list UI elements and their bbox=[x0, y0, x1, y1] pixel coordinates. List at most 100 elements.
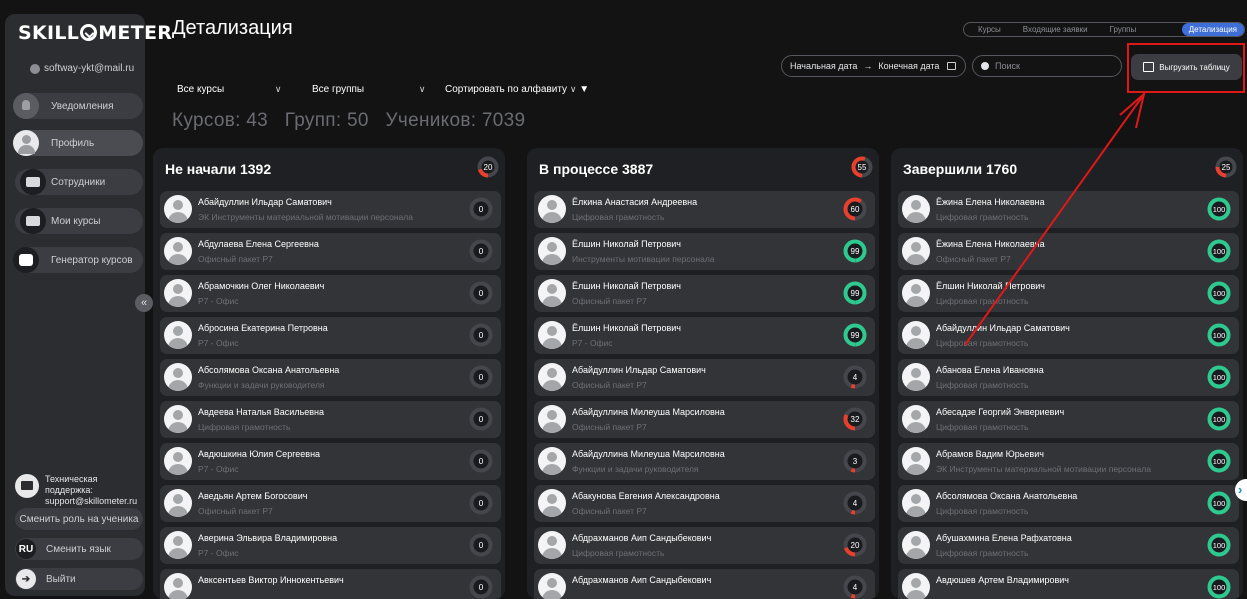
student-card[interactable]: Абросина Екатерина Петровна Р7 - Офис 0 bbox=[160, 317, 501, 354]
student-card[interactable]: Абрамов Вадим Юрьевич ЭК Инструменты мате… bbox=[898, 443, 1239, 480]
student-card[interactable]: Абайдуллина Милеуша Марсиловна Функции и … bbox=[534, 443, 875, 480]
student-card[interactable]: Ёлшин Николай Петрович Р7 - Офис 99 bbox=[534, 317, 875, 354]
end-date-field[interactable]: Конечная дата bbox=[878, 61, 939, 71]
progress-value: 100 bbox=[1213, 331, 1226, 340]
progress-value: 100 bbox=[1213, 415, 1226, 424]
nav-my-courses[interactable]: Мои курсы bbox=[15, 208, 143, 234]
course-name: Цифровая грамотность bbox=[572, 212, 665, 222]
column-progress-badge: 20 bbox=[477, 156, 499, 183]
student-card[interactable]: Аведьян Артем Богосович Офисный пакет Р7 0 bbox=[160, 485, 501, 522]
avatar bbox=[164, 237, 192, 265]
avatar bbox=[164, 195, 192, 223]
progress-value: 0 bbox=[479, 583, 484, 592]
student-card[interactable]: Абесадзе Георгий Энвериевич Цифровая грам… bbox=[898, 401, 1239, 438]
student-card[interactable]: Ёлшин Николай Петрович Офисный пакет Р7 99 bbox=[534, 275, 875, 312]
student-card[interactable]: Абакунова Евгения Александровна Офисный п… bbox=[534, 485, 875, 522]
nav-notifications[interactable]: Уведомления bbox=[13, 93, 143, 119]
support-contact[interactable]: Техническая поддержка: support@skillomet… bbox=[15, 474, 145, 507]
filter-icon[interactable]: ▼ bbox=[579, 84, 589, 95]
student-name: Абайдуллин Ильдар Саматович bbox=[572, 365, 706, 375]
student-card[interactable]: Абушахмина Елена Рафхатовна Цифровая грам… bbox=[898, 527, 1239, 564]
student-card[interactable]: Абсолямова Оксана Анатольевна Функции и з… bbox=[160, 359, 501, 396]
tab-groups[interactable]: Группы bbox=[1110, 25, 1137, 34]
nav-course-generator[interactable]: Генератор курсов bbox=[13, 247, 143, 273]
student-card[interactable]: Абайдуллина Милеуша Марсиловна Офисный па… bbox=[534, 401, 875, 438]
progress-ring: 0 bbox=[469, 197, 493, 221]
student-card[interactable]: Абрамочкин Олег Николаевич Р7 - Офис 0 bbox=[160, 275, 501, 312]
course-name: Инструменты мотивации персонала bbox=[572, 254, 715, 264]
course-name: Офисный пакет Р7 bbox=[572, 506, 647, 516]
column-title: Завершили 1760 bbox=[903, 161, 1018, 177]
student-card[interactable]: Абайдуллин Ильдар Саматович ЭК Инструмент… bbox=[160, 191, 501, 228]
student-card[interactable]: Ёлшин Николай Петрович Цифровая грамотнос… bbox=[898, 275, 1239, 312]
avatar bbox=[538, 279, 566, 307]
student-card[interactable]: Абсолямова Оксана Анатольевна Цифровая гр… bbox=[898, 485, 1239, 522]
change-language-button[interactable]: RU Сменить язык bbox=[15, 538, 143, 560]
course-name: Цифровая грамотность bbox=[572, 548, 665, 558]
export-table-button[interactable]: Выгрузить таблицу bbox=[1131, 54, 1242, 80]
tab-courses[interactable]: Курсы bbox=[978, 25, 1001, 34]
tab-incoming-requests[interactable]: Входящие заявки bbox=[1023, 25, 1088, 34]
sort-dropdown[interactable]: Сортировать по алфавиту ∨ ▼ bbox=[445, 84, 589, 95]
student-card[interactable]: Абайдуллин Ильдар Саматович Цифровая грам… bbox=[898, 317, 1239, 354]
courses-filter[interactable]: Все курсы ∨ bbox=[177, 84, 312, 95]
logout-button[interactable]: ➔ Выйти bbox=[15, 568, 143, 590]
start-date-field[interactable]: Начальная дата bbox=[790, 61, 857, 71]
avatar bbox=[164, 279, 192, 307]
avatar bbox=[538, 489, 566, 517]
progress-indicator: 100 bbox=[1207, 491, 1231, 520]
avatar bbox=[902, 237, 930, 265]
groups-filter[interactable]: Все группы ∨ bbox=[312, 84, 445, 95]
nav-profile[interactable]: Профиль bbox=[13, 130, 143, 156]
student-card[interactable]: Абдрахманов Аип Сандыбекович 4 bbox=[534, 569, 875, 599]
progress-value: 20 bbox=[851, 541, 860, 550]
avatar bbox=[538, 405, 566, 433]
student-card[interactable]: Ёлшин Николай Петрович Инструменты мотива… bbox=[534, 233, 875, 270]
progress-indicator: 4 bbox=[843, 575, 867, 599]
student-card[interactable]: Ёлкина Анастасия Андреевна Цифровая грамо… bbox=[534, 191, 875, 228]
student-card[interactable]: Абдулаева Елена Сергеевна Офисный пакет Р… bbox=[160, 233, 501, 270]
courses-icon bbox=[20, 208, 46, 234]
student-card[interactable]: Авксентьев Виктор Иннокентьевич 0 bbox=[160, 569, 501, 599]
user-account[interactable]: softway-ykt@mail.ru bbox=[30, 63, 134, 74]
progress-indicator: 100 bbox=[1207, 575, 1231, 599]
progress-value: 100 bbox=[1213, 205, 1226, 214]
student-card[interactable]: Авдюшкина Юлия Сергеевна Р7 - Офис 0 bbox=[160, 443, 501, 480]
progress-indicator: 4 bbox=[843, 491, 867, 520]
column-title: В процессе 3887 bbox=[539, 161, 654, 177]
chevron-down-icon: ∨ bbox=[418, 84, 426, 94]
progress-value: 0 bbox=[479, 247, 484, 256]
date-range-picker[interactable]: Начальная дата → Конечная дата bbox=[781, 55, 966, 77]
calendar-icon[interactable] bbox=[947, 62, 957, 70]
search-icon bbox=[981, 62, 989, 70]
nav-employees[interactable]: Сотрудники bbox=[15, 169, 143, 195]
avatar bbox=[164, 531, 192, 559]
progress-value: 99 bbox=[851, 289, 860, 298]
student-card[interactable]: Авдеева Наталья Васильевна Цифровая грамо… bbox=[160, 401, 501, 438]
search-input[interactable]: Поиск bbox=[972, 55, 1122, 77]
progress-value: 55 bbox=[858, 163, 867, 172]
sidebar-collapse-button[interactable]: « bbox=[135, 294, 153, 312]
user-icon bbox=[30, 63, 40, 74]
student-card[interactable]: Аверина Эльвира Владимировна Р7 - Офис 0 bbox=[160, 527, 501, 564]
student-card[interactable]: Абдрахманов Аип Сандыбекович Цифровая гра… bbox=[534, 527, 875, 564]
page-title: Детализация bbox=[172, 17, 293, 39]
switch-role-button[interactable]: Сменить роль на ученика bbox=[15, 508, 143, 530]
progress-ring: 4 bbox=[843, 575, 867, 599]
skillometer-logo[interactable]: SKILL METER bbox=[18, 22, 172, 44]
course-name: Цифровая грамотность bbox=[936, 380, 1029, 390]
student-card[interactable]: Ёжина Елена Николаевна Цифровая грамотнос… bbox=[898, 191, 1239, 228]
progress-ring: 0 bbox=[469, 575, 493, 599]
progress-indicator: 0 bbox=[469, 197, 493, 226]
course-name: Функции и задачи руководителя bbox=[198, 380, 325, 390]
student-card[interactable]: Абайдуллин Ильдар Саматович Офисный пакет… bbox=[534, 359, 875, 396]
student-card[interactable]: Ёжина Елена Николаевна Офисный пакет Р7 10… bbox=[898, 233, 1239, 270]
student-name: Абдрахманов Аип Сандыбекович bbox=[572, 575, 712, 585]
tab-details[interactable]: Детализация bbox=[1181, 23, 1244, 36]
avatar bbox=[902, 531, 930, 559]
student-name: Аведьян Артем Богосович bbox=[198, 491, 308, 501]
progress-value: 100 bbox=[1213, 247, 1226, 256]
course-name: Р7 - Офис bbox=[198, 296, 239, 306]
student-card[interactable]: Авдюшев Артем Владимирович 100 bbox=[898, 569, 1239, 599]
student-card[interactable]: Абанова Елена Ивановна Цифровая грамотнос… bbox=[898, 359, 1239, 396]
